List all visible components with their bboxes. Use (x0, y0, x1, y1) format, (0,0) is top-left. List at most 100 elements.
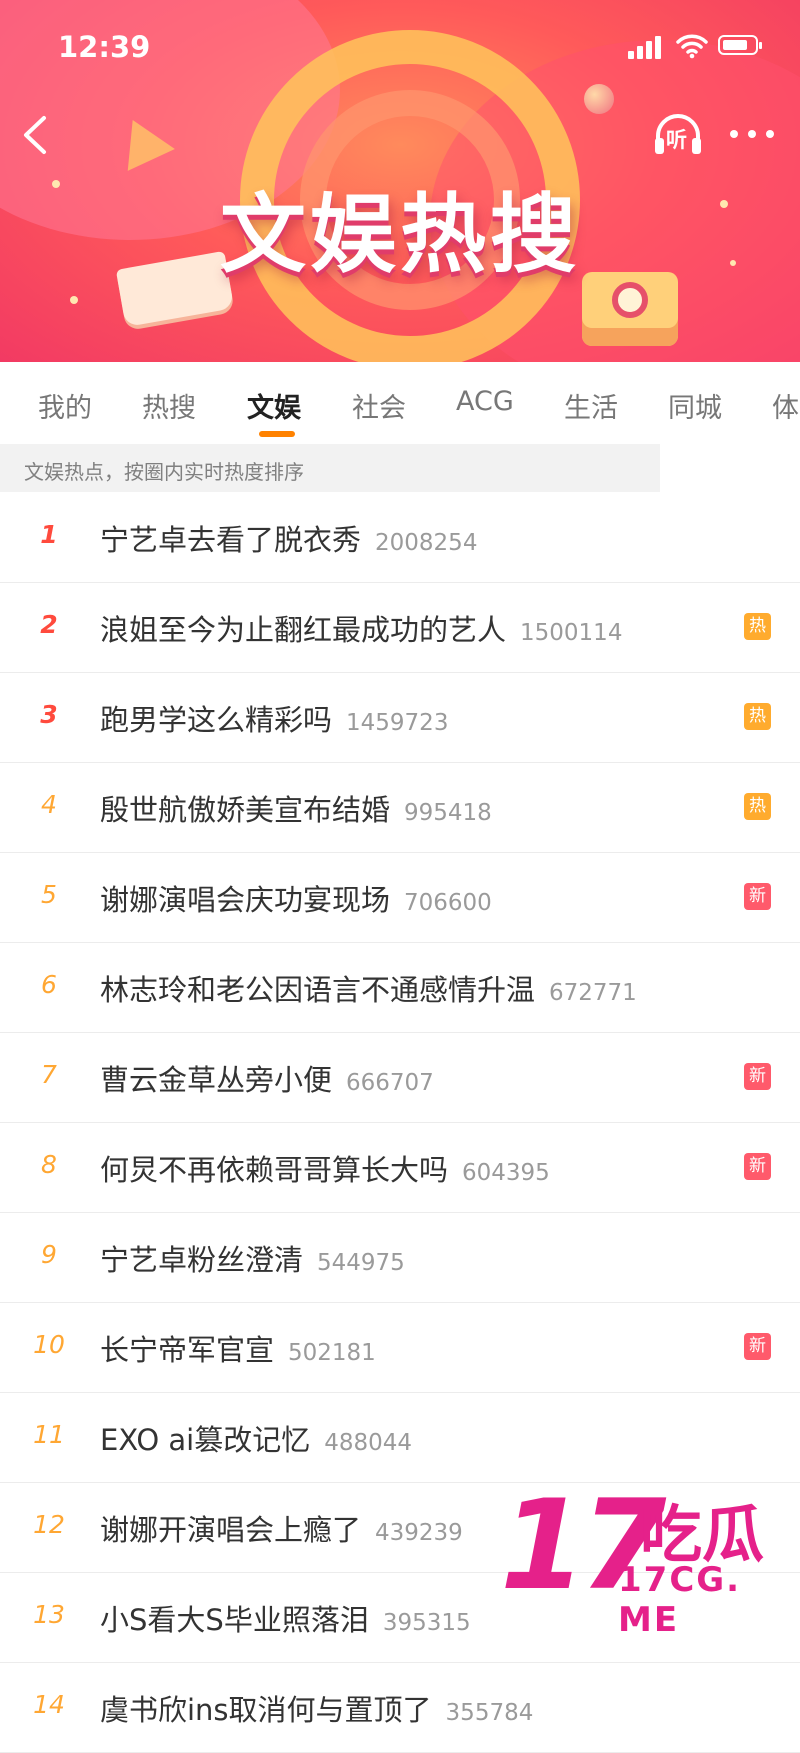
signal-icon (637, 46, 643, 59)
list-item[interactable]: 3 跑男学这么精彩吗 1459723 热 (0, 673, 800, 763)
rank-number: 12 (33, 1510, 65, 1539)
hot-badge: 热 (744, 613, 771, 640)
tab-hot-search[interactable]: 热搜 (142, 386, 196, 425)
rank-number: 9 (41, 1240, 57, 1269)
signal-icon (646, 41, 652, 59)
watermark-url: 17CG. ME (618, 1560, 742, 1640)
topic-title: 谢娜开演唱会上瘾了 439239 (100, 1507, 463, 1549)
new-badge: 新 (744, 883, 771, 910)
heat-count: 488044 (324, 1430, 413, 1456)
list-item[interactable]: 9 宁艺卓粉丝澄清 544975 (0, 1213, 800, 1303)
tab-local[interactable]: 同城 (668, 386, 722, 425)
heat-count: 502181 (288, 1340, 376, 1366)
topic-title: 浪姐至今为止翻红最成功的艺人 1500114 (100, 607, 622, 649)
topic-title: 长宁帝军官宣 502181 (100, 1327, 376, 1369)
status-icons (628, 33, 768, 59)
heat-count: 995418 (404, 800, 492, 826)
list-item[interactable]: 5 谢娜演唱会庆功宴现场 706600 新 (0, 853, 800, 943)
listen-label: 听 (666, 128, 687, 152)
heat-count: 2008254 (375, 530, 478, 556)
tab-society[interactable]: 社会 (352, 386, 406, 425)
heat-count: 666707 (346, 1070, 434, 1096)
hot-badge: 热 (744, 793, 771, 820)
signal-icon (655, 36, 661, 59)
topic-text: 林志玲和老公因语言不通感情升温 (100, 973, 536, 1007)
rank-number: 7 (41, 1060, 57, 1089)
topic-text: 宁艺卓去看了脱衣秀 (100, 523, 362, 557)
more-dots-icon (748, 130, 756, 138)
signal-icon (628, 51, 634, 59)
list-description: 文娱热点，按圈内实时热度排序 (0, 444, 660, 492)
topic-text: 长宁帝军官宣 (100, 1333, 275, 1367)
topic-text: 谢娜演唱会庆功宴现场 (100, 883, 391, 917)
topic-text: 虞书欣ins取消何与置顶了 (100, 1693, 432, 1727)
rank-number: 6 (41, 970, 57, 999)
topic-title: 宁艺卓去看了脱衣秀 2008254 (100, 517, 477, 559)
tab-life[interactable]: 生活 (564, 386, 618, 425)
status-time: 12:39 (58, 30, 151, 64)
topic-title: 谢娜演唱会庆功宴现场 706600 (100, 877, 492, 919)
rank-number: 1 (40, 520, 58, 549)
topic-text: 谢娜开演唱会上瘾了 (100, 1513, 362, 1547)
more-button[interactable] (726, 118, 778, 148)
back-button[interactable] (16, 110, 56, 160)
list-item[interactable]: 1 宁艺卓去看了脱衣秀 2008254 (0, 493, 800, 583)
topic-title: 跑男学这么精彩吗 1459723 (100, 697, 448, 739)
banner-decoration (70, 296, 78, 304)
heat-count: 706600 (404, 890, 492, 916)
list-description-text: 文娱热点，按圈内实时热度排序 (24, 460, 304, 484)
tab-entertainment[interactable]: 文娱 (247, 386, 301, 425)
list-item[interactable]: 11 EXO ai篡改记忆 488044 (0, 1393, 800, 1483)
more-dots-icon (766, 130, 774, 138)
tab-acg[interactable]: ACG (456, 386, 514, 417)
header-banner: 12:39 听 文娱热搜 (0, 0, 800, 362)
page-title: 文娱热搜 (220, 185, 580, 285)
topic-title: 林志玲和老公因语言不通感情升温 672771 (100, 967, 637, 1009)
topic-title: 小S看大S毕业照落泪 395315 (100, 1597, 471, 1639)
hot-badge: 热 (744, 703, 771, 730)
list-item[interactable]: 2 浪姐至今为止翻红最成功的艺人 1500114 热 (0, 583, 800, 673)
topic-text: 浪姐至今为止翻红最成功的艺人 (100, 613, 507, 647)
rank-number: 5 (41, 880, 57, 909)
tab-sports[interactable]: 体 (772, 386, 799, 425)
topic-text: 小S看大S毕业照落泪 (100, 1603, 369, 1637)
banner-decoration (584, 84, 614, 114)
topic-text: 曹云金草丛旁小便 (100, 1063, 333, 1097)
heat-count: 1500114 (520, 620, 623, 646)
topic-title: 宁艺卓粉丝澄清 544975 (100, 1237, 405, 1279)
list-item[interactable]: 7 曹云金草丛旁小便 666707 新 (0, 1033, 800, 1123)
list-item[interactable]: 4 殷世航傲娇美宣布结婚 995418 热 (0, 763, 800, 853)
wifi-icon (676, 34, 708, 59)
list-item[interactable]: 8 何炅不再依赖哥哥算长大吗 604395 新 (0, 1123, 800, 1213)
topic-title: 殷世航傲娇美宣布结婚 995418 (100, 787, 492, 829)
heat-count: 604395 (462, 1160, 550, 1186)
topic-title: 何炅不再依赖哥哥算长大吗 604395 (100, 1147, 550, 1189)
chevron-left-icon (24, 116, 46, 154)
topic-text: 何炅不再依赖哥哥算长大吗 (100, 1153, 449, 1187)
active-tab-indicator (259, 431, 295, 437)
rank-number: 11 (33, 1420, 65, 1449)
rank-number: 4 (41, 790, 57, 819)
rank-number: 13 (33, 1600, 65, 1629)
rank-number: 3 (40, 700, 58, 729)
list-item[interactable]: 6 林志玲和老公因语言不通感情升温 672771 (0, 943, 800, 1033)
heat-count: 544975 (317, 1250, 405, 1276)
topic-title: EXO ai篡改记忆 488044 (100, 1417, 412, 1459)
new-badge: 新 (744, 1333, 771, 1360)
topic-title: 曹云金草丛旁小便 666707 (100, 1057, 434, 1099)
more-dots-icon (730, 130, 738, 138)
list-item[interactable]: 10 长宁帝军官宣 502181 新 (0, 1303, 800, 1393)
topic-text: EXO ai篡改记忆 (100, 1423, 311, 1457)
heat-count: 1459723 (346, 710, 449, 736)
topic-text: 殷世航傲娇美宣布结婚 (100, 793, 391, 827)
listen-button[interactable]: 听 (652, 110, 704, 158)
heat-count: 355784 (445, 1700, 534, 1726)
list-item[interactable]: 14 虞书欣ins取消何与置顶了 355784 (0, 1663, 800, 1753)
rank-number: 8 (41, 1150, 57, 1179)
rank-number: 10 (33, 1330, 65, 1359)
topic-title: 虞书欣ins取消何与置顶了 355784 (100, 1687, 533, 1729)
rank-number: 14 (33, 1690, 65, 1719)
tab-mine[interactable]: 我的 (38, 386, 92, 425)
new-badge: 新 (744, 1063, 771, 1090)
heat-count: 439239 (375, 1520, 463, 1546)
